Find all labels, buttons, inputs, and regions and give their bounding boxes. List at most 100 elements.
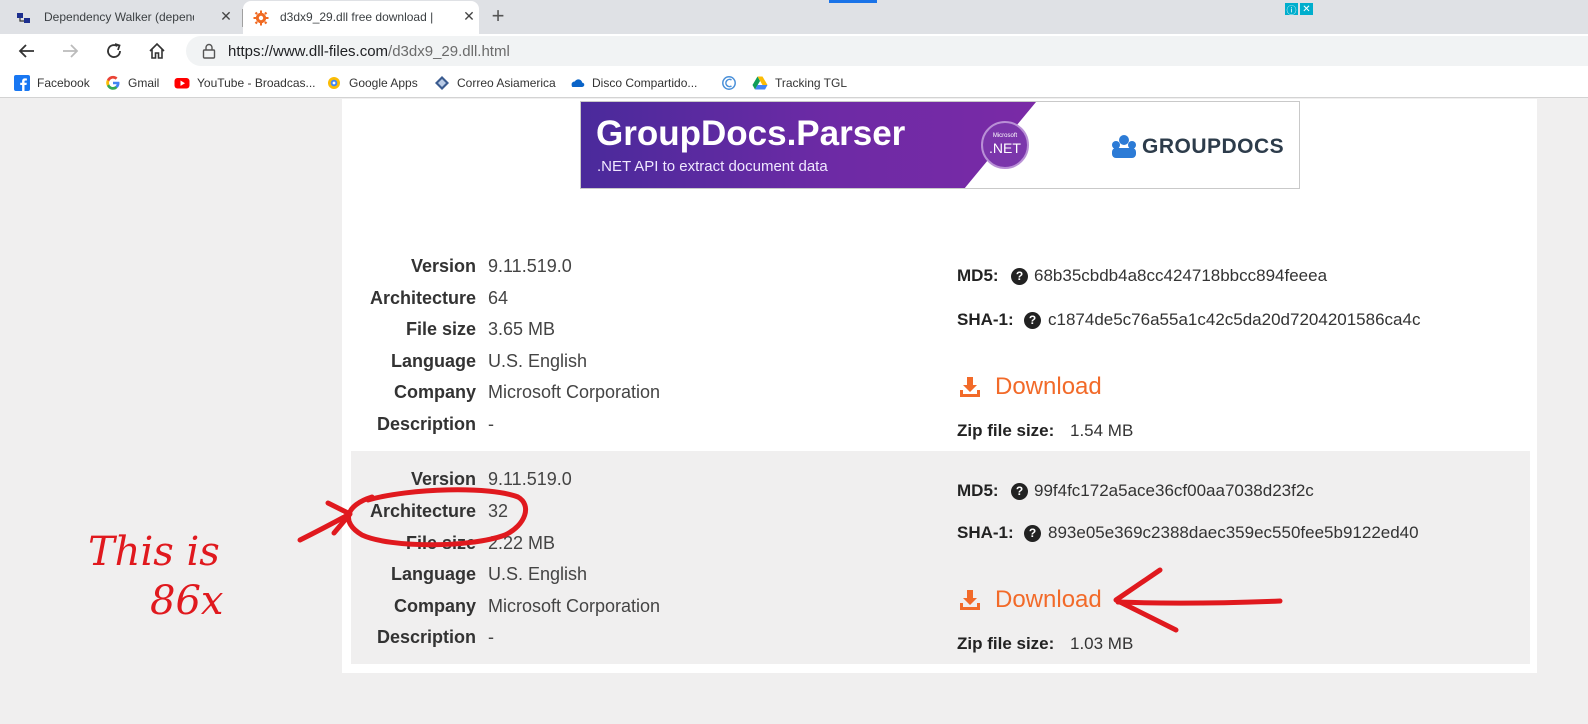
architecture-label: Architecture	[369, 501, 476, 521]
dotnet-badge: Microsoft .NET	[981, 121, 1029, 169]
onedrive-icon	[569, 75, 585, 91]
bookmark-label: Facebook	[37, 76, 90, 90]
company-value: Microsoft Corporation	[488, 382, 661, 402]
file-size-value: 3.65 MB	[488, 319, 556, 339]
lock-icon[interactable]	[202, 43, 216, 59]
google-drive-icon	[752, 75, 768, 91]
browser-toolbar: https://www.dll-files.com/d3dx9_29.dll.h…	[0, 34, 1588, 68]
description-value: -	[488, 414, 494, 434]
home-icon[interactable]	[145, 39, 169, 63]
bookmark-gmail[interactable]: Gmail	[105, 74, 159, 92]
bookmark-youtube[interactable]: YouTube - Broadcas...	[174, 74, 316, 92]
bookmark-google-apps[interactable]: Google Apps	[326, 74, 418, 92]
dll-files-gear-icon	[253, 10, 269, 26]
description-value: -	[488, 627, 494, 647]
tab-d3dx9-download[interactable]: d3dx9_29.dll free download | DLL-files.c…	[243, 1, 479, 34]
site-icon	[721, 75, 737, 91]
bookmark-tracking-tgl[interactable]: Tracking TGL	[752, 74, 847, 92]
facebook-icon	[14, 75, 30, 91]
youtube-icon	[174, 75, 190, 91]
mail-icon	[434, 75, 450, 91]
company-value: Microsoft Corporation	[488, 596, 661, 616]
tab-title: Dependency Walker (depends.exe)	[44, 10, 194, 24]
ad-title: GroupDocs.Parser	[596, 114, 906, 153]
help-question-icon[interactable]: ?	[1011, 268, 1028, 285]
bookmark-disco-compartido[interactable]: Disco Compartido...	[569, 74, 697, 92]
ad-brand: GROUPDOCS	[1142, 135, 1285, 158]
download-label: Download	[995, 373, 1102, 400]
sha1-value: c1874de5c76a55a1c42c5da20d7204201586ca4c	[1048, 310, 1421, 329]
version-value: 9.11.519.0	[488, 469, 572, 489]
md5-label: MD5:	[957, 266, 999, 285]
google-icon	[105, 75, 121, 91]
download-icon	[960, 377, 980, 397]
zip-size-label: Zip file size:	[957, 634, 1055, 653]
bookmark-label: Gmail	[128, 76, 160, 90]
ad-info-icon[interactable]: ⓘ	[1285, 3, 1298, 17]
download-icon	[960, 590, 980, 610]
architecture-value: 32	[488, 501, 509, 521]
language-label: Language	[390, 564, 476, 584]
language-value: U.S. English	[488, 564, 588, 584]
bookmark-label: Correo Asiamerica	[457, 76, 556, 90]
md5-value: 68b35cbdb4a8cc424718bbcc894feeea	[1034, 266, 1328, 285]
bookmark-label: Tracking TGL	[775, 76, 848, 90]
zip-size-label: Zip file size:	[957, 421, 1055, 440]
ad-choices[interactable]: ⓘ ✕	[1285, 3, 1313, 17]
language-label: Language	[390, 351, 476, 371]
company-label: Company	[393, 596, 476, 616]
sha1-label: SHA-1:	[957, 310, 1014, 329]
tab-dependency-walker[interactable]: Dependency Walker (depends.exe) ✕	[0, 1, 242, 34]
help-question-icon[interactable]: ?	[1024, 525, 1041, 542]
bookmark-site[interactable]	[721, 74, 744, 92]
sha1-label: SHA-1:	[957, 523, 1014, 542]
bookmark-label: Disco Compartido...	[592, 76, 698, 90]
url-text[interactable]: https://www.dll-files.com/d3dx9_29.dll.h…	[228, 43, 510, 60]
new-tab-plus-icon[interactable]: +	[487, 5, 509, 28]
google-apps-icon	[326, 75, 342, 91]
zip-size-value: 1.54 MB	[1070, 421, 1134, 440]
window-accent	[829, 0, 877, 3]
company-label: Company	[393, 382, 476, 402]
file-size-label: File size	[405, 319, 476, 339]
sha1-value: 893e05e369c2388daec359ec550fee5b9122ed40	[1048, 523, 1419, 542]
bookmark-correo-asiamerica[interactable]: Correo Asiamerica	[434, 74, 556, 92]
bookmarks-bar: Facebook Gmail YouTube - Broadcas... Goo…	[0, 68, 1588, 98]
bookmark-facebook[interactable]: Facebook	[14, 74, 90, 92]
forward-arrow-icon[interactable]	[58, 39, 82, 63]
file-size-value: 2.22 MB	[488, 533, 556, 553]
tab-title: d3dx9_29.dll free download | DLL-files.c…	[280, 10, 437, 24]
version-value: 9.11.519.0	[488, 256, 572, 276]
close-tab-icon[interactable]: ✕	[218, 8, 234, 24]
zip-size-value: 1.03 MB	[1070, 634, 1134, 653]
help-question-icon[interactable]: ?	[1024, 312, 1041, 329]
architecture-label: Architecture	[369, 288, 476, 308]
back-arrow-icon[interactable]	[15, 39, 39, 63]
ad-banner[interactable]: GroupDocs.Parser .NET API to extract doc…	[580, 101, 1300, 189]
ad-subtitle: .NET API to extract document data	[597, 158, 828, 175]
reload-icon[interactable]	[102, 39, 126, 63]
help-question-icon[interactable]: ?	[1011, 483, 1028, 500]
architecture-value: 64	[488, 288, 509, 308]
badge-net-text: .NET	[989, 140, 1021, 156]
description-label: Description	[376, 627, 476, 647]
description-label: Description	[376, 414, 476, 434]
badge-small-text: Microsoft	[992, 133, 1018, 139]
bookmark-label: Google Apps	[349, 76, 418, 90]
download-button-32[interactable]: Download	[958, 586, 1102, 614]
version-label: Version	[410, 469, 476, 489]
download-button-64[interactable]: Download	[958, 373, 1102, 401]
groupdocs-logo-icon	[1112, 135, 1136, 158]
md5-label: MD5:	[957, 481, 999, 500]
md5-value: 99f4fc172a5ace36cf00aa7038d23f2c	[1034, 481, 1314, 500]
download-label: Download	[995, 586, 1102, 613]
url-host: https://www.dll-files.com	[228, 43, 389, 60]
ad-close-icon[interactable]: ✕	[1300, 3, 1313, 15]
dependency-walker-icon	[17, 13, 30, 23]
bookmark-label: YouTube - Broadcas...	[197, 76, 316, 90]
address-bar[interactable]: https://www.dll-files.com/d3dx9_29.dll.h…	[186, 36, 1588, 66]
close-tab-icon[interactable]: ✕	[461, 8, 477, 24]
language-value: U.S. English	[488, 351, 588, 371]
tab-strip: Dependency Walker (depends.exe) ✕ d3dx9_…	[0, 0, 1588, 34]
file-size-label: File size	[405, 533, 476, 553]
